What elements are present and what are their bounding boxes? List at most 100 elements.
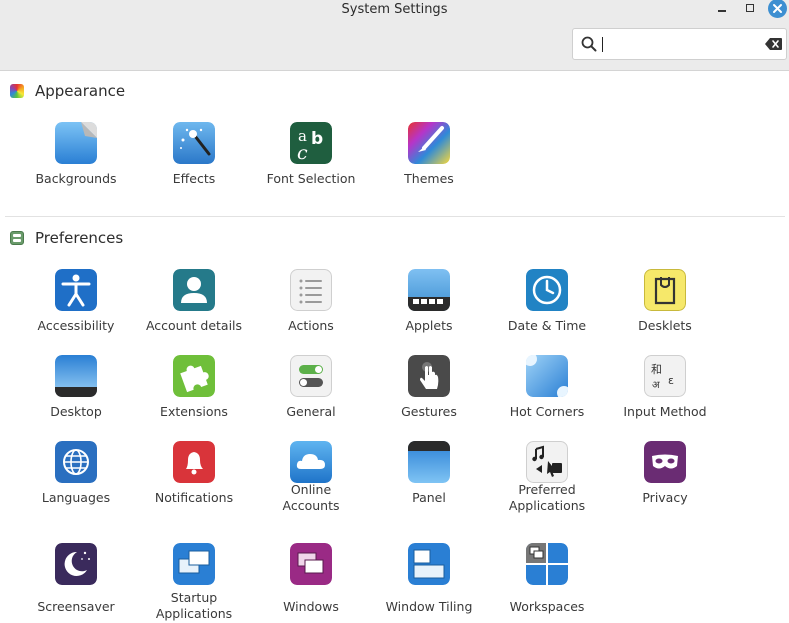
tile-label: Screensaver	[37, 599, 115, 614]
section-header-appearance: Appearance	[10, 81, 125, 101]
tile-extensions[interactable]: Extensions	[135, 355, 253, 435]
svg-text:ε: ε	[668, 374, 674, 387]
tile-date-time[interactable]: Date & Time	[488, 269, 606, 349]
appearance-icon	[10, 84, 24, 98]
tile-applets[interactable]: Applets	[370, 269, 488, 349]
toggle-switches-icon	[290, 355, 332, 397]
tile-backgrounds[interactable]: Backgrounds	[17, 122, 135, 202]
tile-label: Workspaces	[509, 599, 585, 614]
tile-window-tiling[interactable]: Window Tiling	[370, 543, 488, 623]
tile-label: Extensions	[160, 404, 228, 419]
window-tiling-icon	[408, 543, 450, 585]
title-bar: System Settings	[0, 0, 789, 20]
privacy-mask-icon	[644, 441, 686, 483]
account-details-icon	[173, 269, 215, 311]
tile-screensaver[interactable]: Screensaver	[17, 543, 135, 623]
tile-languages[interactable]: Languages	[17, 441, 135, 521]
cloud-icon	[290, 441, 332, 483]
tile-label: Panel	[412, 490, 446, 505]
tile-label: Preferred Applications	[508, 482, 586, 513]
minimize-button[interactable]	[712, 0, 732, 20]
tile-preferred-applications[interactable]: Preferred Applications	[488, 441, 606, 521]
tile-windows[interactable]: Windows	[252, 543, 370, 623]
effects-icon	[173, 122, 215, 164]
search-input[interactable]	[605, 33, 755, 55]
themes-icon	[408, 122, 450, 164]
clock-icon	[526, 269, 568, 311]
tile-label: Startup Applications	[155, 590, 233, 621]
svg-text:和: 和	[651, 363, 662, 376]
globe-icon	[55, 441, 97, 483]
tile-hot-corners[interactable]: Hot Corners	[488, 355, 606, 435]
svg-text:c: c	[297, 142, 308, 164]
tile-effects[interactable]: Effects	[135, 122, 253, 202]
tile-label: Font Selection	[266, 171, 356, 186]
bell-icon	[173, 441, 215, 483]
tile-label: Effects	[172, 171, 216, 186]
puzzle-icon	[173, 355, 215, 397]
hand-pointer-icon	[408, 355, 450, 397]
tile-actions[interactable]: Actions	[252, 269, 370, 349]
tile-label: General	[286, 404, 336, 419]
search-box[interactable]	[572, 28, 787, 60]
text-cursor	[602, 37, 603, 52]
section-title: Preferences	[35, 229, 124, 247]
tile-notifications[interactable]: Notifications	[135, 441, 253, 521]
panel-icon	[408, 441, 450, 483]
windows-icon	[290, 543, 332, 585]
tile-font-selection[interactable]: a b c Font Selection	[252, 122, 370, 202]
tile-label: Privacy	[642, 490, 688, 505]
desklets-icon	[644, 269, 686, 311]
clear-search-icon[interactable]	[765, 38, 782, 50]
section-divider	[5, 216, 785, 217]
tile-label: Hot Corners	[509, 404, 585, 419]
tile-online-accounts[interactable]: Online Accounts	[252, 441, 370, 521]
tile-gestures[interactable]: Gestures	[370, 355, 488, 435]
hot-corners-icon	[526, 355, 568, 397]
tile-accessibility[interactable]: Accessibility	[17, 269, 135, 349]
preferred-applications-icon	[526, 441, 568, 483]
tile-label: Desklets	[638, 318, 692, 333]
tile-account-details[interactable]: Account details	[135, 269, 253, 349]
tile-desklets[interactable]: Desklets	[606, 269, 724, 349]
tile-label: Date & Time	[507, 318, 587, 333]
tile-label: Account details	[145, 318, 243, 333]
section-title: Appearance	[35, 82, 126, 100]
applets-icon	[408, 269, 450, 311]
tile-label: Notifications	[154, 490, 234, 505]
input-method-icon: 和 अ ε	[644, 355, 686, 397]
desktop-icon	[55, 355, 97, 397]
tile-label: Languages	[41, 490, 111, 505]
font-selection-icon: a b c	[290, 122, 332, 164]
tile-label: Window Tiling	[385, 599, 473, 614]
window-title: System Settings	[341, 2, 448, 17]
tile-input-method[interactable]: 和 अ ε Input Method	[606, 355, 724, 435]
tile-startup-applications[interactable]: Startup Applications	[135, 543, 253, 623]
svg-text:b: b	[311, 129, 323, 149]
moon-stars-icon	[55, 543, 97, 585]
tile-label: Accessibility	[37, 318, 115, 333]
maximize-button[interactable]	[740, 0, 760, 20]
tile-panel[interactable]: Panel	[370, 441, 488, 521]
tile-workspaces[interactable]: Workspaces	[488, 543, 606, 623]
actions-icon	[290, 269, 332, 311]
tile-label: Online Accounts	[282, 482, 340, 513]
tile-label: Windows	[283, 599, 339, 614]
tile-general[interactable]: General	[252, 355, 370, 435]
tile-desktop[interactable]: Desktop	[17, 355, 135, 435]
svg-text:अ: अ	[652, 380, 660, 391]
close-icon	[773, 4, 782, 13]
tile-privacy[interactable]: Privacy	[606, 441, 724, 521]
tile-label: Applets	[405, 318, 453, 333]
workspaces-icon	[526, 543, 568, 585]
tile-themes[interactable]: Themes	[370, 122, 488, 202]
backgrounds-icon	[55, 122, 97, 164]
startup-applications-icon	[173, 543, 215, 585]
tile-label: Input Method	[623, 404, 707, 419]
tile-label: Actions	[288, 318, 334, 333]
tile-label: Themes	[404, 171, 454, 186]
section-header-preferences: Preferences	[10, 228, 123, 248]
tile-label: Desktop	[50, 404, 102, 419]
tile-label: Gestures	[401, 404, 457, 419]
tile-label: Backgrounds	[35, 171, 117, 186]
